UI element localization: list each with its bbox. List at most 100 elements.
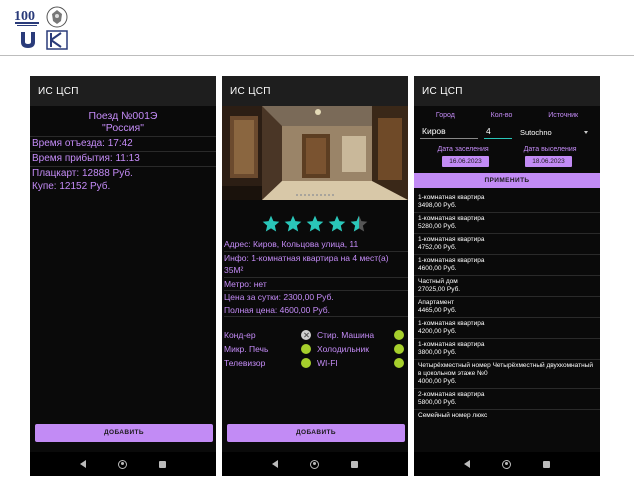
train-number: Поезд №001Э (88, 110, 158, 122)
recent-apps-icon[interactable] (543, 460, 550, 468)
android-navbar (30, 452, 216, 476)
android-navbar (222, 452, 408, 476)
kupe-price: Купе: 12152 Руб. (32, 181, 111, 192)
date-pickers: 16.06.2023 18.06.2023 (414, 156, 600, 167)
apartment-info: Адрес: Киров, Кольцова улица, 11 Инфо: 1… (222, 238, 408, 317)
star-icon (328, 215, 346, 232)
amenity-wifi: WI-FI (317, 357, 404, 368)
amenities-list: Конд-ер Стир. Машина Микр. Печь Холодиль… (222, 329, 408, 368)
amenity-fridge: Холодильник (317, 343, 404, 354)
amenity-on-icon (301, 357, 311, 368)
phone-train-details: ИС ЦСП Поезд №001Э "Россия" Время отъезд… (30, 76, 216, 476)
k-logo-icon (46, 30, 68, 50)
departure-time: Время отъезда: 17:42 (30, 137, 216, 152)
price-full: Полная цена: 4600,00 Руб. (224, 304, 408, 317)
train-title-block: Поезд №001Э "Россия" (30, 110, 216, 137)
results-list: 1-комнатная квартира 3498,00 Руб. 1-комна… (414, 192, 600, 422)
header-divider (0, 55, 634, 56)
source-value: Sutochno (520, 128, 552, 137)
amenity-on-icon (394, 343, 404, 354)
u-logo-icon (21, 32, 35, 48)
checkin-label: Дата заселения (437, 146, 489, 153)
amenity-off-icon (301, 329, 311, 340)
metro: Метро: нет (224, 278, 408, 291)
list-item[interactable]: 1-комнатная квартира 3800,00 Руб. (414, 339, 600, 360)
filter-labels: Город Кол-во Источник (414, 112, 600, 119)
amenity-label: Конд-ер (224, 329, 256, 340)
rating-stars[interactable] (222, 214, 408, 234)
amenity-label: WI-FI (317, 357, 338, 368)
svg-text:100: 100 (14, 9, 35, 24)
date-labels: Дата заселения Дата выселения (414, 146, 600, 153)
train-name: "Россия" (102, 122, 144, 134)
half-star-icon (350, 215, 368, 232)
phone-search-results: ИС ЦСП Город Кол-во Источник Киров 4 Sut… (414, 76, 600, 476)
android-navbar (414, 452, 600, 476)
list-item[interactable]: 1-комнатная квартира 4752,00 Руб. (414, 234, 600, 255)
back-icon[interactable] (464, 460, 470, 468)
source-label: Источник (548, 112, 579, 119)
list-item[interactable]: 2-комнатная квартира 5800,00 Руб. (414, 389, 600, 410)
apply-button[interactable]: ПРИМЕНИТЬ (414, 173, 600, 188)
university-100-logo-icon: 100 (14, 9, 39, 26)
list-item[interactable]: Четырёхместный номер Четырёхместный двух… (414, 360, 600, 389)
amenity-label: Холодильник (317, 343, 369, 354)
amenity-microwave: Микр. Печь (224, 343, 311, 354)
arrival-time: Время прибытия: 11:13 (30, 152, 216, 167)
train-details: Поезд №001Э "Россия" Время отъезда: 17:4… (30, 106, 216, 194)
add-button[interactable]: ДОБАВИТЬ (35, 424, 213, 442)
checkout-label: Дата выселения (523, 146, 577, 153)
app-bar-title: ИС ЦСП (30, 76, 216, 106)
list-item[interactable]: 1-комнатная квартира 4200,00 Руб. (414, 318, 600, 339)
city-label: Город (435, 112, 455, 119)
emblem-icon (46, 6, 68, 28)
recent-apps-icon[interactable] (159, 460, 166, 468)
chevron-down-icon (584, 131, 588, 134)
amenity-label: Стир. Машина (317, 329, 375, 340)
count-label: Кол-во (490, 112, 513, 119)
list-item[interactable]: Апартамент 4465,00 Руб. (414, 297, 600, 318)
amenity-on-icon (301, 343, 311, 354)
source-select[interactable]: Sutochno (518, 126, 594, 139)
back-icon[interactable] (272, 460, 278, 468)
amenity-washer: Стир. Машина (317, 329, 404, 340)
checkout-date-button[interactable]: 18.06.2023 (525, 156, 572, 167)
amenity-on-icon (394, 329, 404, 340)
list-item[interactable]: 1-комнатная квартира 4600,00 Руб. (414, 255, 600, 276)
amenity-on-icon (394, 357, 404, 368)
home-icon[interactable] (310, 459, 319, 469)
amenity-label: Микр. Печь (224, 343, 269, 354)
star-icon (306, 215, 324, 232)
list-item[interactable]: Семейный номер люкс (414, 410, 600, 422)
logos: 100 (14, 6, 74, 50)
info-line-2: 35М² (224, 264, 408, 278)
back-icon[interactable] (80, 460, 86, 468)
price-per-day: Цена за сутки: 2300,00 Руб. (224, 292, 334, 302)
home-icon[interactable] (502, 459, 511, 469)
apartment-photo-image (222, 106, 408, 200)
amenity-label: Телевизор (224, 357, 266, 368)
city-input[interactable]: Киров (420, 124, 478, 139)
app-bar-title: ИС ЦСП (222, 76, 408, 106)
address: Адрес: Киров, Кольцова улица, 11 (224, 238, 408, 252)
app-bar-title: ИС ЦСП (414, 76, 600, 106)
recent-apps-icon[interactable] (351, 460, 358, 468)
info-line-1: Инфо: 1-комнатная квартира на 4 мест(а) (224, 252, 389, 263)
platzkart-price: Плацкарт: 12888 Руб. (32, 168, 133, 179)
count-input[interactable]: 4 (484, 124, 512, 139)
apartment-photo[interactable] (222, 106, 408, 200)
add-button[interactable]: ДОБАВИТЬ (227, 424, 405, 442)
list-item[interactable]: 1-комнатная квартира 3498,00 Руб. (414, 192, 600, 213)
star-icon (284, 215, 302, 232)
photo-pager-dots (296, 194, 334, 196)
amenity-tv: Телевизор (224, 357, 311, 368)
list-item[interactable]: 1-комнатная квартира 5280,00 Руб. (414, 213, 600, 234)
amenity-ac: Конд-ер (224, 329, 311, 340)
filter-inputs: Киров 4 Sutochno (414, 124, 600, 139)
phone-apartment-details: ИС ЦСП Адрес: Киров, Кольцова улица, 11 … (222, 76, 408, 476)
star-icon (262, 215, 280, 232)
list-item[interactable]: Частный дом 27025,00 Руб. (414, 276, 600, 297)
home-icon[interactable] (118, 459, 127, 469)
slide: 100 ИС ЦСП Поезд №001Э "Россия" Время от… (0, 0, 634, 477)
checkin-date-button[interactable]: 16.06.2023 (442, 156, 489, 167)
